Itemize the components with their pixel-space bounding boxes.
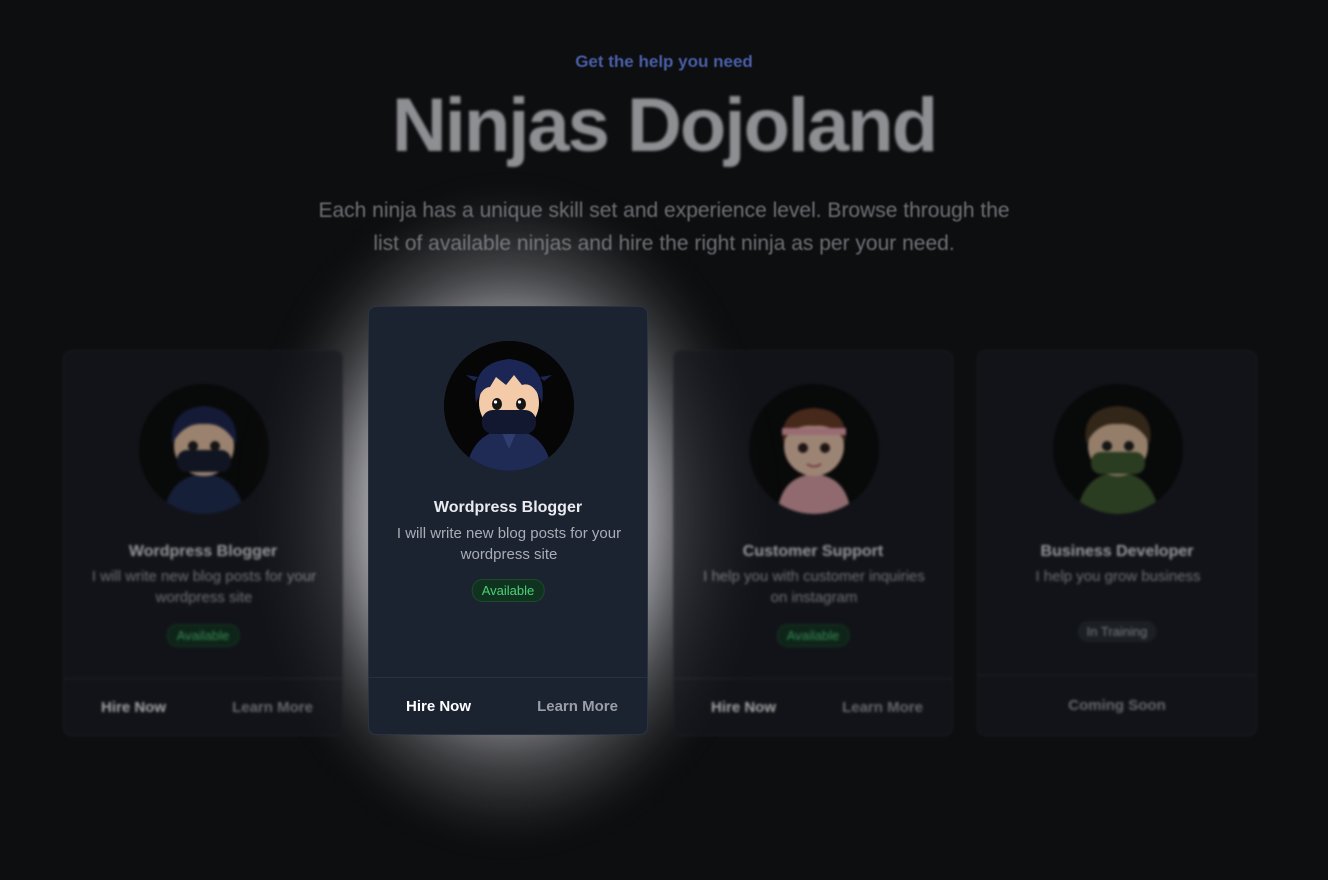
card-footer: Hire Now Learn More [674, 678, 952, 735]
card-footer: Hire Now Learn More [369, 677, 647, 734]
ninja-navy-avatar-icon [444, 341, 574, 471]
ninja-card-customer-support: Customer Support I help you with custome… [673, 350, 953, 736]
learn-more-button[interactable]: Learn More [813, 679, 952, 735]
card-description: I will write new blog posts for your wor… [91, 568, 317, 606]
card-description: I will write new blog posts for your wor… [396, 525, 622, 563]
card-footer: Hire Now Learn More [64, 678, 342, 735]
ninja-pink-avatar-icon [749, 384, 879, 514]
card-name: Business Developer [1040, 543, 1194, 560]
hire-now-button[interactable]: Hire Now [64, 679, 203, 735]
card-name: Wordpress Blogger [128, 543, 278, 560]
status-badge: Available [471, 579, 545, 602]
hero-eyebrow: Get the help you need [575, 52, 753, 71]
card-footer: Coming Soon [978, 675, 1256, 735]
ninja-green-avatar-icon [1053, 384, 1183, 514]
card-description: I help you grow business [1035, 568, 1201, 585]
status-badge: Available [166, 624, 240, 647]
page-title: Ninjas Dojoland [391, 83, 938, 168]
card-name: Wordpress Blogger [433, 499, 583, 516]
ninja-navy-avatar-icon [139, 384, 269, 514]
ninja-card-wordpress-blogger-dim: Wordpress Blogger I will write new blog … [63, 350, 343, 736]
ninja-card-business-developer: Business Developer I help you grow busin… [977, 350, 1257, 736]
ninja-card-wordpress-blogger[interactable]: Wordpress Blogger I will write new blog … [368, 306, 648, 735]
learn-more-button[interactable]: Learn More [508, 678, 647, 734]
hire-now-button[interactable]: Hire Now [369, 678, 508, 734]
status-badge: In Training [1077, 621, 1157, 642]
hire-now-button[interactable]: Hire Now [674, 679, 813, 735]
card-name: Customer Support [742, 543, 884, 560]
coming-soon-button: Coming Soon [1068, 697, 1166, 714]
status-badge: Available [776, 624, 850, 647]
learn-more-button[interactable]: Learn More [203, 679, 342, 735]
card-description: I help you with customer inquiries on in… [703, 568, 925, 606]
